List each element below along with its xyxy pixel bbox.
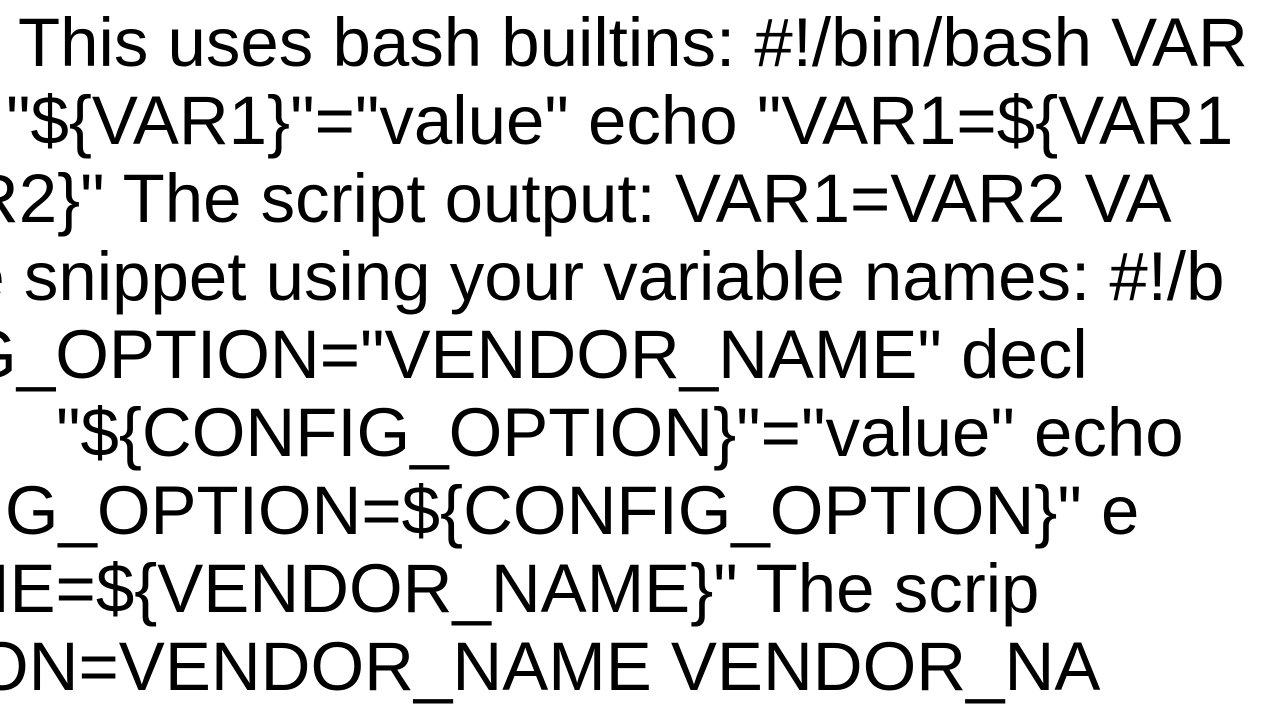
text-line: VAR2}" The script output: VAR1=VAR2 VA — [0, 160, 1172, 237]
text-line: "${CONFIG_OPTION}"="value" echo — [56, 394, 1184, 471]
text-line: ne snippet using your variable names: #!… — [0, 238, 1224, 315]
text-line: R_NAME=${VENDOR_NAME}" The scrip — [0, 550, 1039, 627]
text-line: This uses bash builtins: #!/bin/bash VAR — [18, 4, 1248, 81]
text-line: ONFIG_OPTION=${CONFIG_OPTION}" e — [0, 472, 1139, 549]
text-line: "${VAR1}"="value" echo "VAR1=${VAR1 — [6, 82, 1233, 159]
text-line: OPTION=VENDOR_NAME VENDOR_NA — [0, 628, 1100, 705]
document-page: This uses bash builtins: #!/bin/bash VAR… — [0, 0, 1280, 720]
text-line: NFIG_OPTION="VENDOR_NAME" decl — [0, 316, 1088, 393]
